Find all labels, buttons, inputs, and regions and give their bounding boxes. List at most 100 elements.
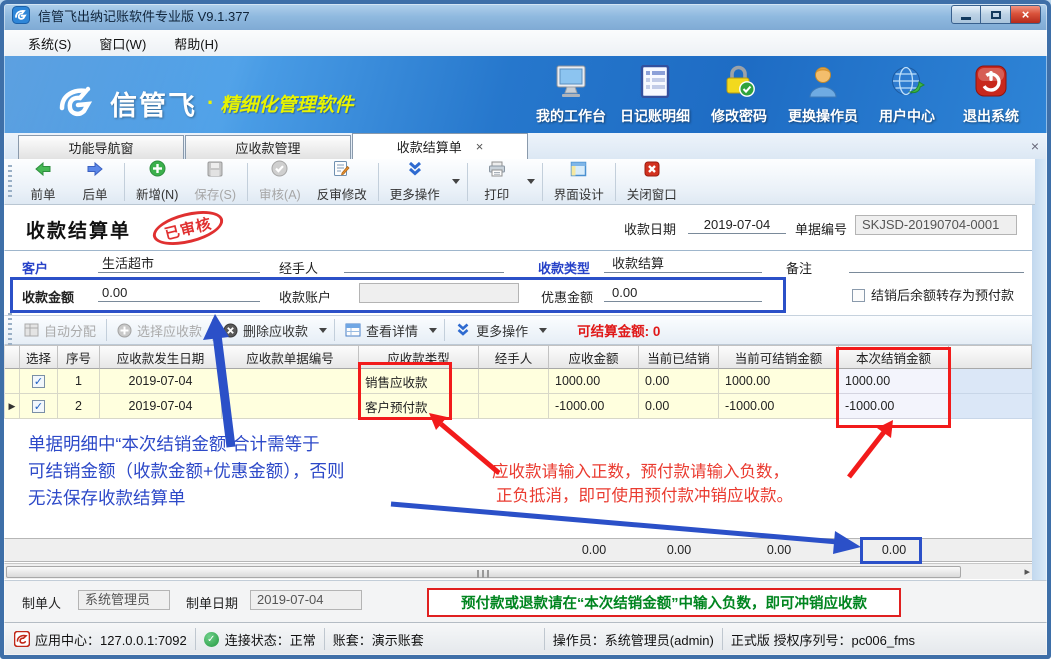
- banner-actions: 我的工作台 日记账明细 修改密码 更换操作员 用户中心 退出系统: [529, 64, 1033, 126]
- remove-receivable-caret-icon[interactable]: [319, 328, 327, 333]
- transfer-prepay-checkbox[interactable]: 结销后余额转存为预付款: [852, 285, 1014, 305]
- handler-field[interactable]: [344, 255, 504, 273]
- toolbar-label: 打印: [484, 184, 509, 203]
- row-indicator: [4, 369, 20, 394]
- auto-assign-icon: [24, 323, 39, 337]
- user-center-icon: [890, 65, 925, 103]
- unaudit-button[interactable]: 反审修改: [309, 161, 375, 203]
- view-detail-button[interactable]: 查看详情: [338, 318, 425, 342]
- plus-circle-icon: [117, 323, 132, 338]
- grid-more-actions-caret-icon[interactable]: [539, 328, 547, 333]
- red-note-line: 应收款请输入正数，预付款请输入负数，: [492, 460, 793, 484]
- banner-action-switch-operator[interactable]: 更换操作员: [781, 64, 865, 126]
- tab-function-nav[interactable]: 功能导航窗: [18, 135, 184, 159]
- receivables-table: 选择 序号 应收款发生日期 应收款单据编号 应收款类型 经手人 应收金额 当前已…: [4, 345, 1032, 419]
- header-select[interactable]: 选择: [20, 345, 58, 369]
- header-current[interactable]: 本次结销金额: [839, 345, 949, 369]
- header-date[interactable]: 应收款发生日期: [100, 345, 222, 369]
- header-available[interactable]: 当前可结销金额: [719, 345, 839, 369]
- maximize-button[interactable]: [981, 5, 1011, 24]
- header-doc-no[interactable]: 应收款单据编号: [222, 345, 359, 369]
- toolbar-label: 更多操作: [390, 184, 440, 203]
- account-field[interactable]: [359, 283, 519, 303]
- next-doc-button[interactable]: 后单: [69, 161, 121, 203]
- menu-system[interactable]: 系统(S): [14, 30, 85, 57]
- audited-stamp: 已审核: [149, 205, 226, 252]
- horizontal-scrollbar[interactable]: ▸: [4, 563, 1032, 579]
- brand-separator: ·: [207, 90, 214, 116]
- creator-label: 制单人: [22, 593, 61, 612]
- print-button[interactable]: 打印: [471, 161, 523, 203]
- menu-window[interactable]: 窗口(W): [85, 30, 160, 57]
- discount-field[interactable]: 0.00: [604, 284, 762, 302]
- print-caret-icon[interactable]: [527, 179, 535, 184]
- scrollbar-thumb[interactable]: [6, 566, 961, 578]
- banner-action-exit[interactable]: 退出系统: [949, 64, 1033, 126]
- grid-more-actions-button[interactable]: 更多操作: [448, 318, 535, 342]
- cell-settled: 0.00: [639, 369, 719, 394]
- new-button[interactable]: 新增(N): [128, 161, 186, 203]
- remark-field[interactable]: [849, 255, 1024, 273]
- more-actions-caret-icon[interactable]: [452, 179, 460, 184]
- brand-slogan: 精细化管理软件: [220, 90, 353, 117]
- arrow-right-icon: [86, 161, 104, 182]
- tab-receipt-settlement[interactable]: 收款结算单 ×: [352, 133, 528, 159]
- checkbox-icon: [852, 289, 865, 302]
- view-detail-caret-icon[interactable]: [429, 328, 437, 333]
- tab-receivable-mgmt[interactable]: 应收款管理: [185, 135, 351, 159]
- more-actions-button[interactable]: 更多操作: [382, 161, 448, 203]
- header-settled[interactable]: 当前已结销: [639, 345, 719, 369]
- status-app-center-text: 应用中心：127.0.0.1:7092: [35, 630, 187, 649]
- status-connection: ✓ 连接状态：正常: [204, 630, 316, 649]
- amount-field[interactable]: 0.00: [98, 284, 260, 302]
- save-button[interactable]: 保存(S): [186, 161, 244, 203]
- receipt-type-field[interactable]: 收款结算: [604, 255, 762, 273]
- blue-note-line: 单据明细中“本次结销金额”合计需等于: [28, 431, 344, 458]
- form-design-icon: [570, 161, 587, 182]
- total-available: 0.00: [719, 543, 839, 557]
- cell-current[interactable]: -1000.00: [839, 394, 949, 419]
- customer-field[interactable]: 生活超市: [98, 255, 260, 273]
- amount-label: 收款金额: [22, 287, 74, 306]
- banner-action-password[interactable]: 修改密码: [697, 64, 781, 126]
- header-amount[interactable]: 应收金额: [549, 345, 639, 369]
- checkbox-label: 结销后余额转存为预付款: [871, 288, 1014, 303]
- total-current: 0.00: [839, 543, 949, 557]
- receipt-date-field[interactable]: 2019-07-04: [688, 216, 786, 234]
- table-row[interactable]: ▶ ✓ 2 2019-07-04 客户预付款 -1000.00 0.00 -10…: [4, 394, 1032, 419]
- minimize-button[interactable]: [951, 5, 981, 24]
- header-seq[interactable]: 序号: [58, 345, 100, 369]
- auto-assign-button[interactable]: 自动分配: [17, 318, 103, 342]
- settleable-amount: 可结算金额: 0: [577, 320, 660, 340]
- remove-receivable-button[interactable]: 删除应收款: [216, 318, 315, 342]
- toolbar-separator: [615, 163, 616, 201]
- ui-design-button[interactable]: 界面设计: [546, 161, 612, 203]
- row-checkbox[interactable]: ✓: [20, 369, 58, 394]
- toolbar-label: 后单: [82, 184, 107, 203]
- banner-action-user-center[interactable]: 用户中心: [865, 64, 949, 126]
- audit-button[interactable]: 审核(A): [251, 161, 309, 203]
- select-receivable-button[interactable]: 选择应收款: [110, 318, 209, 342]
- banner-action-journal[interactable]: 日记账明细: [613, 64, 697, 126]
- scroll-right-icon[interactable]: ▸: [1024, 565, 1030, 578]
- prev-doc-button[interactable]: 前单: [17, 161, 69, 203]
- cell-current[interactable]: 1000.00: [839, 369, 949, 394]
- header-type[interactable]: 应收款类型: [359, 345, 479, 369]
- scrollbar-grip-icon: [477, 570, 491, 578]
- close-window-button[interactable]: 关闭窗口: [619, 161, 685, 203]
- blue-note-line: 可结销金额（收款金额+优惠金额），否则: [28, 458, 344, 485]
- cell-handler: [479, 369, 549, 394]
- close-button[interactable]: ×: [1011, 5, 1041, 24]
- row-checkbox[interactable]: ✓: [20, 394, 58, 419]
- status-separator: [722, 628, 723, 650]
- table-row[interactable]: ✓ 1 2019-07-04 销售应收款 1000.00 0.00 1000.0…: [4, 369, 1032, 394]
- menu-help[interactable]: 帮助(H): [160, 30, 232, 57]
- banner-action-workbench[interactable]: 我的工作台: [529, 64, 613, 126]
- connection-ok-icon: ✓: [204, 632, 219, 647]
- tabstrip-close-icon[interactable]: ×: [1031, 138, 1039, 154]
- total-amount: 0.00: [549, 543, 639, 557]
- journal-icon: [638, 65, 672, 103]
- header-handler[interactable]: 经手人: [479, 345, 549, 369]
- tab-close-icon[interactable]: ×: [476, 139, 484, 154]
- doc-title: 收款结算单: [26, 216, 131, 243]
